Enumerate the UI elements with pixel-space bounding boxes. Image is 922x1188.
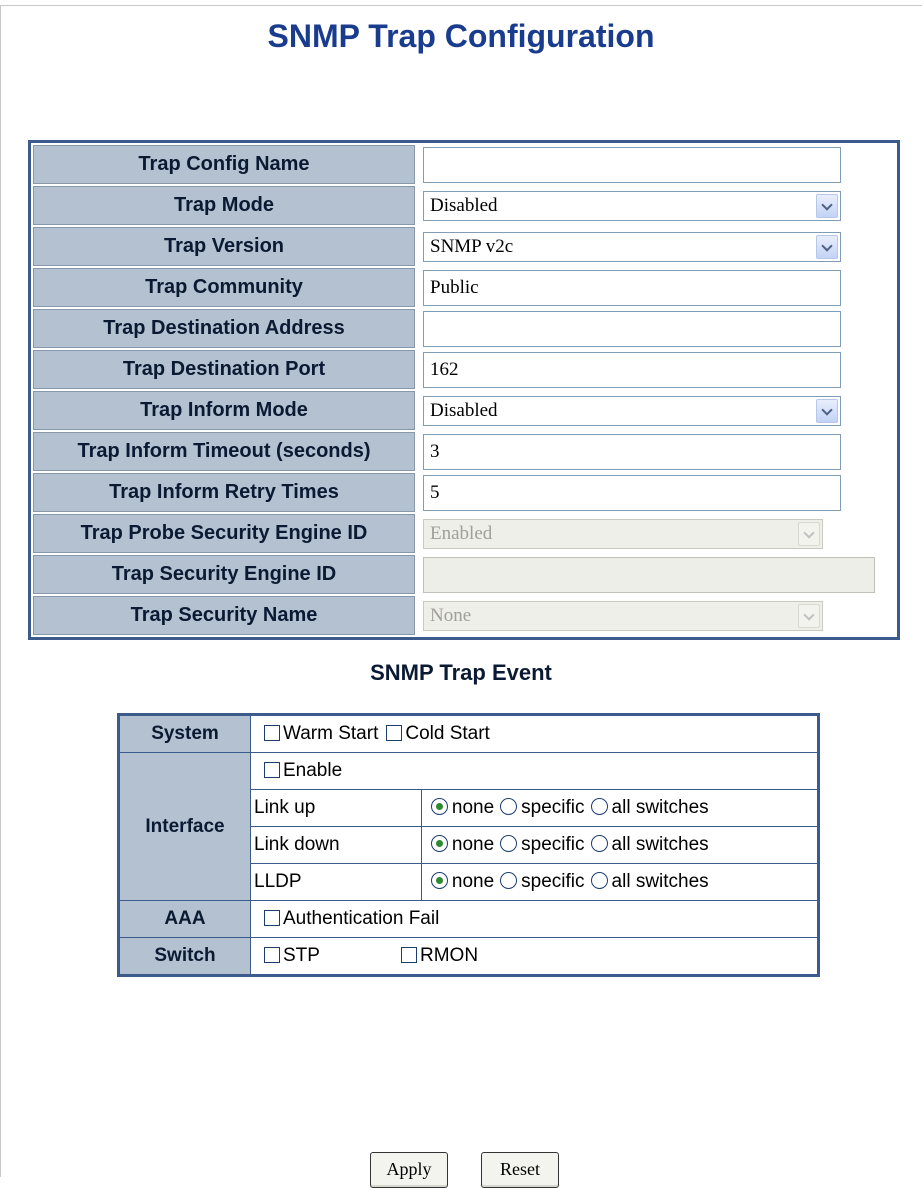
page-frame-top: [0, 5, 922, 6]
interface-enable-checkbox[interactable]: [264, 762, 280, 778]
trap-version-value: SNMP v2c: [430, 235, 514, 257]
chevron-down-icon: [798, 521, 820, 546]
config-label: Trap Probe Security Engine ID: [33, 514, 415, 553]
trap-inform-retry-times-input[interactable]: 5: [423, 474, 841, 511]
trap-probe-security-engine-id-select: Enabled: [423, 518, 823, 549]
link-up-all-switches-radio[interactable]: [590, 798, 608, 815]
rmon-checkbox[interactable]: [401, 947, 417, 963]
apply-button[interactable]: Apply: [370, 1152, 448, 1188]
config-label: Trap Inform Timeout (seconds): [33, 432, 415, 471]
trap-inform-mode-value: Disabled: [430, 399, 498, 421]
stp-checkbox[interactable]: [264, 947, 280, 963]
trap-version-select[interactable]: SNMP v2c: [423, 231, 841, 262]
config-row-trap-config-name: Trap Config Name: [33, 145, 895, 184]
config-label: Trap Security Engine ID: [33, 555, 415, 594]
trap-inform-timeout-input[interactable]: 3: [423, 433, 841, 470]
chevron-down-icon[interactable]: [816, 234, 838, 259]
radio-label-specific: specific: [521, 797, 585, 818]
event-category-switch: Switch: [118, 937, 251, 976]
link-down-specific-radio[interactable]: [500, 835, 518, 852]
radio-label-none: none: [451, 834, 495, 855]
config-row-trap-probe-security-engine-id: Trap Probe Security Engine ID Enabled: [33, 514, 895, 553]
trap-mode-value: Disabled: [430, 194, 498, 216]
event-category-interface: Interface: [118, 752, 251, 901]
config-label: Trap Community: [33, 268, 415, 307]
trap-event-table: System Warm Start Cold Start Interface En…: [117, 713, 820, 977]
warm-start-checkbox[interactable]: [264, 725, 280, 741]
trap-community-input[interactable]: Public: [423, 269, 841, 306]
trap-destination-port-input[interactable]: 162: [423, 351, 841, 388]
config-row-trap-inform-retry-times: Trap Inform Retry Times 5: [33, 473, 895, 512]
radio-label-none: none: [451, 797, 495, 818]
config-label: Trap Security Name: [33, 596, 415, 635]
reset-button[interactable]: Reset: [481, 1152, 559, 1188]
config-label: Trap Inform Retry Times: [33, 473, 415, 512]
config-row-trap-version: Trap Version SNMP v2c: [33, 227, 895, 266]
config-label: Trap Destination Port: [33, 350, 415, 389]
config-row-trap-destination-port: Trap Destination Port 162: [33, 350, 895, 389]
config-row-trap-inform-timeout: Trap Inform Timeout (seconds) 3: [33, 432, 895, 471]
event-category-system: System: [118, 714, 251, 753]
event-category-aaa: AAA: [118, 900, 251, 938]
cold-start-label: Cold Start: [405, 722, 490, 744]
trap-destination-address-input[interactable]: [423, 310, 841, 347]
config-label: Trap Destination Address: [33, 309, 415, 348]
trap-config-name-input[interactable]: [423, 146, 841, 183]
link-up-none-radio[interactable]: [430, 798, 448, 815]
lldp-label: LLDP: [250, 863, 422, 901]
trap-event-title: SNMP Trap Event: [370, 660, 552, 685]
config-row-trap-security-engine-id: Trap Security Engine ID: [33, 555, 895, 594]
radio-label-specific: specific: [521, 834, 585, 855]
config-label: Trap Mode: [33, 186, 415, 225]
lldp-specific-radio[interactable]: [500, 872, 518, 889]
chevron-down-icon: [798, 603, 820, 628]
radio-label-all-switches: all switches: [611, 871, 709, 892]
config-label: Trap Inform Mode: [33, 391, 415, 430]
link-down-all-switches-radio[interactable]: [590, 835, 608, 852]
trap-inform-mode-select[interactable]: Disabled: [423, 395, 841, 426]
link-up-label: Link up: [250, 789, 422, 827]
trap-mode-select[interactable]: Disabled: [423, 190, 841, 221]
config-label: Trap Config Name: [33, 145, 415, 184]
warm-start-label: Warm Start: [283, 722, 379, 744]
stp-label: STP: [283, 944, 320, 966]
event-row-system: System Warm Start Cold Start: [118, 714, 819, 753]
cold-start-checkbox[interactable]: [386, 725, 403, 741]
lldp-all-switches-radio[interactable]: [590, 872, 608, 889]
link-up-specific-radio[interactable]: [500, 798, 518, 815]
radio-label-all-switches: all switches: [611, 797, 709, 818]
radio-label-none: none: [451, 871, 495, 892]
config-row-trap-security-name: Trap Security Name None: [33, 596, 895, 635]
config-row-trap-mode: Trap Mode Disabled: [33, 186, 895, 225]
trap-security-name-value: None: [430, 604, 472, 626]
page-title: SNMP Trap Configuration: [267, 18, 655, 54]
config-label: Trap Version: [33, 227, 415, 266]
config-row-trap-community: Trap Community Public: [33, 268, 895, 307]
config-row-trap-inform-mode: Trap Inform Mode Disabled: [33, 391, 895, 430]
radio-label-all-switches: all switches: [611, 834, 709, 855]
authentication-fail-label: Authentication Fail: [283, 907, 440, 929]
event-row-switch: Switch STP RMON: [118, 937, 819, 976]
trap-security-name-select: None: [423, 600, 823, 631]
link-down-none-radio[interactable]: [430, 835, 448, 852]
chevron-down-icon[interactable]: [816, 193, 838, 218]
trap-probe-security-engine-id-value: Enabled: [430, 522, 493, 544]
rmon-label: RMON: [420, 944, 479, 966]
lldp-none-radio[interactable]: [430, 872, 448, 889]
interface-enable-label: Enable: [283, 759, 343, 781]
trap-config-table: Trap Config Name Trap Mode Disabled Trap…: [28, 140, 900, 640]
page-frame-left: [0, 5, 1, 1177]
event-row-aaa: AAA Authentication Fail: [118, 900, 819, 938]
event-row-interface-enable: Interface Enable: [118, 752, 819, 901]
radio-label-specific: specific: [521, 871, 585, 892]
config-row-trap-destination-address: Trap Destination Address: [33, 309, 895, 348]
chevron-down-icon[interactable]: [816, 398, 838, 423]
authentication-fail-checkbox[interactable]: [264, 910, 280, 926]
link-down-label: Link down: [250, 826, 422, 864]
trap-security-engine-id-input: [423, 556, 875, 593]
